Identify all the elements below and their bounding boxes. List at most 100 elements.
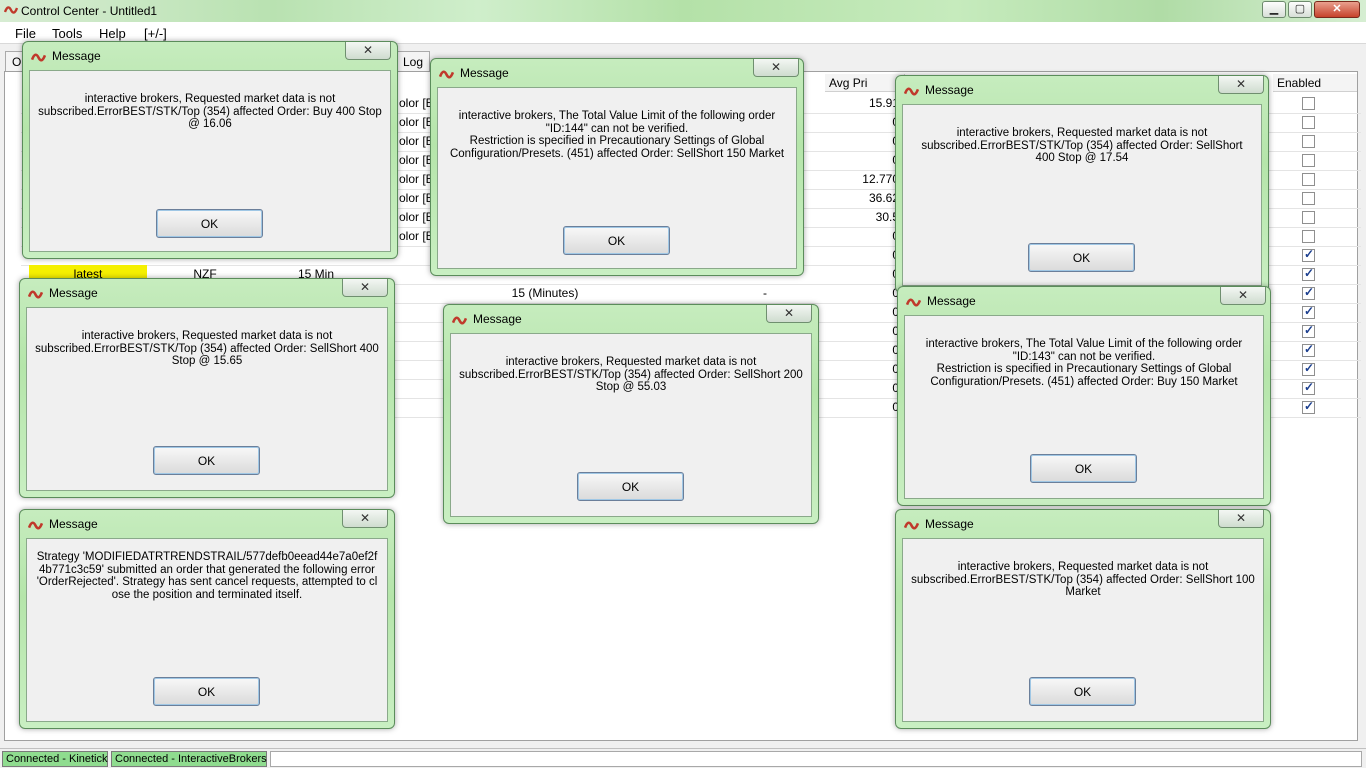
status-kinetick: Connected - Kinetick [2, 751, 108, 767]
dialog-body: Strategy 'MODIFIEDATRTRENDSTRAIL/577defb… [26, 538, 388, 722]
ninja-logo-icon [28, 290, 43, 299]
close-icon[interactable]: ✕ [1218, 76, 1264, 94]
enabled-checkbox[interactable] [1302, 361, 1315, 376]
menu-file[interactable]: File [15, 26, 36, 41]
enabled-checkbox[interactable] [1302, 285, 1315, 300]
tab-log[interactable]: Log [396, 51, 431, 72]
grid-cell-avg-price: 0 [825, 132, 903, 151]
title-bar: Control Center - Untitled1 ▁ ▢ ✕ [0, 0, 1366, 22]
enabled-checkbox[interactable] [1302, 154, 1315, 167]
status-empty [270, 751, 1362, 767]
enabled-checkbox[interactable] [1302, 247, 1315, 262]
message-dialog: Message ✕ interactive brokers, The Total… [430, 58, 804, 276]
dialog-message: interactive brokers, Requested market da… [35, 330, 379, 367]
enabled-checkbox[interactable] [1302, 211, 1315, 224]
close-icon[interactable]: ✕ [1218, 510, 1264, 528]
ninja-logo-icon [31, 53, 46, 62]
ok-button[interactable]: OK [1028, 243, 1135, 272]
close-icon[interactable]: ✕ [753, 59, 799, 77]
grid-cell-interval-minutes: 15 (Minutes) [511, 286, 579, 300]
ok-button[interactable]: OK [563, 226, 670, 255]
dialog-title: Message [460, 66, 509, 80]
status-interactivebrokers: Connected - InteractiveBrokers [111, 751, 267, 767]
grid-cell-avg-price: 0 [892, 381, 899, 395]
enabled-checkbox[interactable] [1302, 230, 1315, 243]
ok-button[interactable]: OK [1030, 454, 1137, 483]
dialog-title: Message [925, 83, 974, 97]
dialog-title: Message [473, 312, 522, 326]
grid-cell-avg-price: 0 [825, 246, 903, 265]
dialog-title: Message [49, 517, 98, 531]
menu-help[interactable]: Help [99, 26, 126, 41]
dialog-body: interactive brokers, Requested market da… [902, 104, 1262, 286]
maximize-button[interactable]: ▢ [1288, 1, 1312, 18]
dialog-message: interactive brokers, The Total Value Lim… [449, 110, 785, 160]
enabled-checkbox[interactable] [1302, 304, 1315, 319]
col-header-avg-price: Avg Pri [825, 74, 905, 92]
dialog-message: interactive brokers, Requested market da… [459, 356, 803, 393]
enabled-checkbox[interactable] [1302, 135, 1315, 148]
close-icon[interactable]: ✕ [345, 42, 391, 60]
ok-button[interactable]: OK [1029, 677, 1136, 706]
message-dialog: Message ✕ interactive brokers, Requested… [19, 278, 395, 498]
grid-cell-avg-price: 0 [892, 286, 899, 300]
message-dialog: Message ✕ interactive brokers, Requested… [443, 304, 819, 524]
grid-cell-avg-price: 0 [892, 400, 899, 414]
grid-cell-avg-price: 0 [892, 305, 899, 319]
window-title: Control Center - Untitled1 [21, 4, 158, 18]
status-bar: Connected - Kinetick Connected - Interac… [0, 748, 1366, 768]
menu-toggle[interactable]: [+/-] [144, 26, 167, 41]
grid-cell-avg-price: 30.5 [875, 210, 899, 224]
enabled-checkbox[interactable] [1302, 97, 1315, 110]
enabled-checkbox[interactable] [1302, 192, 1315, 205]
grid-cell-avg-price: 15.91 [868, 96, 899, 110]
dialog-title: Message [927, 294, 976, 308]
ok-button[interactable]: OK [577, 472, 684, 501]
menu-tools[interactable]: Tools [52, 26, 82, 41]
close-icon[interactable]: ✕ [1220, 287, 1266, 305]
enabled-checkbox[interactable] [1302, 399, 1315, 414]
ok-button[interactable]: OK [153, 446, 260, 475]
grid-cell-avg-price: 0 [825, 113, 903, 132]
enabled-checkbox[interactable] [1302, 342, 1315, 357]
ok-button[interactable]: OK [156, 209, 263, 238]
enabled-checkbox[interactable] [1302, 116, 1315, 129]
app-logo-icon [4, 6, 18, 14]
grid-cell-color: olor [B [399, 153, 434, 167]
grid-cell-avg-price: 0 [892, 343, 899, 357]
grid-cell-color: olor [B [399, 96, 434, 110]
grid-cell-color: olor [B [399, 229, 434, 243]
dialog-message: interactive brokers, Requested market da… [911, 561, 1255, 598]
grid-cell-avg-price: 0 [825, 151, 903, 170]
grid-cell-avg-price: 36.62 [868, 191, 899, 205]
grid-cell-color: olor [B [399, 115, 434, 129]
ninja-logo-icon [452, 316, 467, 325]
close-icon[interactable]: ✕ [766, 305, 812, 323]
dialog-message: Strategy 'MODIFIEDATRTRENDSTRAIL/577defb… [36, 551, 378, 601]
enabled-checkbox[interactable] [1302, 380, 1315, 395]
message-dialog: Message ✕ interactive brokers, Requested… [22, 41, 398, 259]
close-icon[interactable]: ✕ [342, 510, 388, 528]
ninja-logo-icon [904, 87, 919, 96]
enabled-checkbox[interactable] [1302, 323, 1315, 338]
close-window-button[interactable]: ✕ [1314, 1, 1360, 18]
close-icon[interactable]: ✕ [342, 279, 388, 297]
grid-cell-avg-price: 0 [892, 324, 899, 338]
enabled-checkbox[interactable] [1302, 173, 1315, 186]
dialog-body: interactive brokers, Requested market da… [29, 70, 391, 252]
message-dialog: Message ✕ Strategy 'MODIFIEDATRTRENDSTRA… [19, 509, 395, 729]
minimize-button[interactable]: ▁ [1262, 1, 1286, 18]
message-dialog: Message ✕ interactive brokers, The Total… [897, 286, 1271, 506]
ok-button[interactable]: OK [153, 677, 260, 706]
grid-cell-color: olor [B [399, 210, 434, 224]
grid-cell-avg-price: 0 [825, 227, 903, 246]
dialog-body: interactive brokers, Requested market da… [450, 333, 812, 517]
enabled-checkbox[interactable] [1302, 266, 1315, 281]
dialog-message: interactive brokers, The Total Value Lim… [925, 338, 1243, 388]
dialog-body: interactive brokers, The Total Value Lim… [437, 87, 797, 269]
dialog-body: interactive brokers, Requested market da… [902, 538, 1264, 722]
dialog-body: interactive brokers, The Total Value Lim… [904, 315, 1264, 499]
dialog-title: Message [52, 49, 101, 63]
dialog-title: Message [49, 286, 98, 300]
grid-cell-color: olor [B [399, 191, 434, 205]
